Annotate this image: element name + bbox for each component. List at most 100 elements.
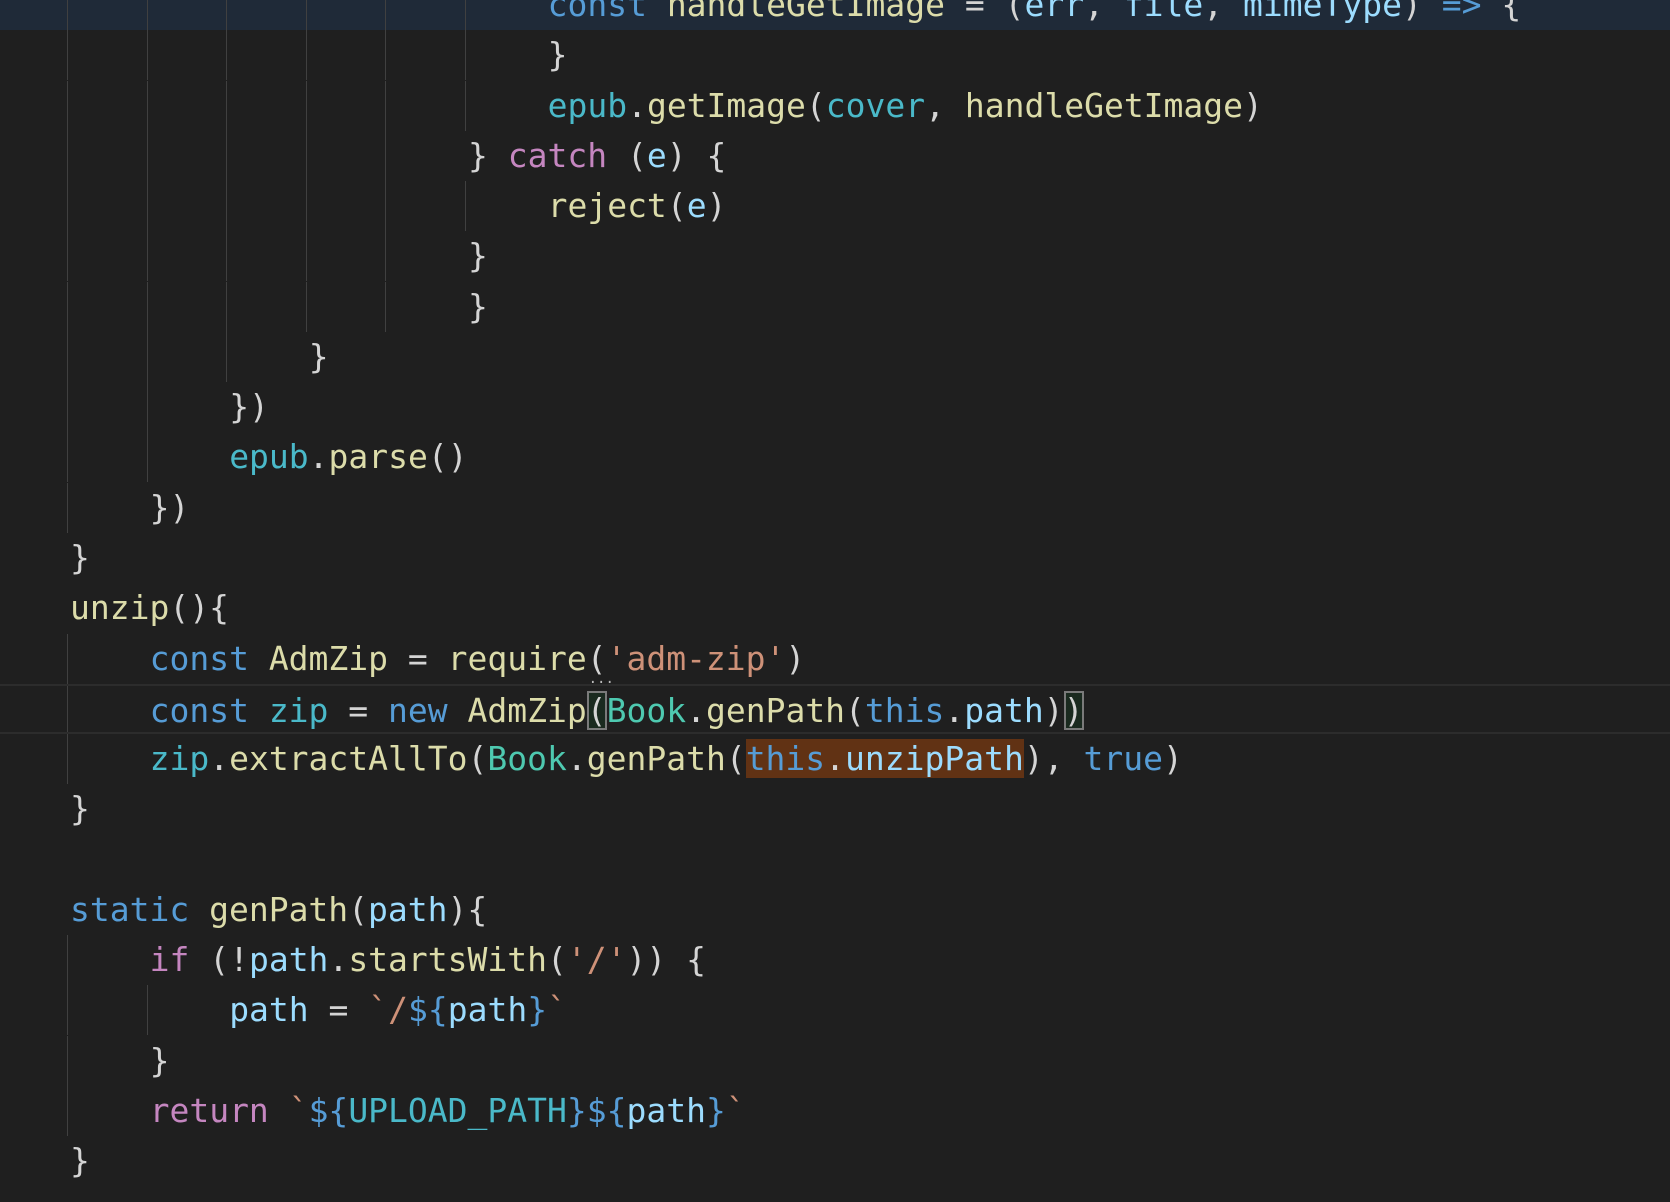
indent-guide [146,181,148,232]
code-token: AdmZip [467,690,587,730]
code-token: ) [1402,0,1442,24]
code-text[interactable]: if (!path.startsWith('/')) { [150,935,706,985]
code-text[interactable]: epub.parse() [229,432,467,482]
code-text[interactable]: reject(e) [548,181,727,231]
code-line[interactable]: const AdmZip = require(...'adm-zip') [0,633,1670,687]
code-line[interactable]: }) [0,382,1670,433]
code-token: if [149,940,190,980]
code-token: } [70,789,90,829]
code-line[interactable]: } [0,231,1670,282]
code-text[interactable]: return `${UPLOAD_PATH}${path}` [150,1086,746,1136]
code-token: = [944,0,1005,24]
code-line[interactable]: } catch (e) { [0,130,1670,181]
code-token: genPath [209,889,349,929]
code-text[interactable]: zip.extractAllTo(Book.genPath(this.unzip… [150,734,1183,784]
code-line[interactable]: } [0,533,1670,583]
code-line[interactable]: } [0,1035,1670,1086]
code-token: zip [149,739,210,779]
code-line[interactable]: if (!path.startsWith('/')) { [0,935,1670,986]
code-line[interactable]: } [0,331,1670,382]
code-token: 'adm-zip' [606,638,786,678]
code-token: epub [229,437,309,477]
indent-guide [67,432,68,483]
indent-guide [67,935,68,986]
code-line[interactable]: } [0,1136,1670,1186]
code-text[interactable]: } [150,1036,170,1086]
code-text[interactable]: epub.getImage(cover, handleGetImage) [548,81,1263,131]
indent-guide [226,331,228,382]
code-line[interactable]: zip.extractAllTo(Book.genPath(this.unzip… [0,734,1670,785]
code-token: , [1203,0,1244,24]
code-token: true [1083,739,1163,779]
indent-guide [305,0,307,30]
code-token: . [686,690,706,730]
code-token: path [447,990,528,1030]
code-line[interactable]: reject(e) [0,181,1670,232]
code-token: path [248,940,329,980]
indent-guide [226,30,228,81]
indent-guide [67,281,68,332]
code-line[interactable]: } [0,281,1670,332]
code-text[interactable]: unzip(){ [70,583,229,633]
code-line[interactable]: } [0,30,1670,81]
highlighted-token: unzipPath [845,739,1024,779]
indent-guide [465,181,466,232]
code-token: getImage [646,85,806,125]
code-token: } [527,990,548,1030]
code-token: ( [666,186,687,226]
code-token: } [70,1141,90,1181]
code-text[interactable]: } [309,332,329,382]
code-token: } [70,537,90,577]
code-token: ( [725,739,746,779]
code-text[interactable]: } catch (e) { [468,131,726,181]
code-editor[interactable]: const handleGetImage = (err, file, mimeT… [0,0,1670,1202]
indent-guide [67,685,68,732]
code-line[interactable] [0,835,1670,885]
code-text[interactable]: } [548,30,568,80]
code-token: return [149,1090,269,1130]
code-line[interactable]: epub.getImage(cover, handleGetImage) [0,80,1670,131]
code-token: )) { [626,940,706,980]
code-token: unzip [70,588,170,628]
code-text[interactable]: }) [229,382,269,432]
matching-bracket: ) [1063,690,1084,730]
code-text[interactable]: const AdmZip = require(...'adm-zip') [150,634,806,687]
code-token: ( [348,889,369,929]
code-line[interactable]: } [0,784,1670,834]
code-text[interactable]: }) [150,483,190,533]
code-token: reject [547,186,667,226]
code-text[interactable]: } [468,282,488,332]
code-line[interactable]: }) [0,482,1670,533]
code-text[interactable]: path = `/${path}` [229,985,567,1035]
code-token: } [468,286,488,326]
indent-guide [385,80,387,131]
code-token: } [547,35,568,75]
code-text[interactable]: } [70,1136,90,1186]
matching-bracket: ( [586,690,607,730]
indent-guide [146,130,148,181]
code-line[interactable]: const zip = new AdmZip(Book.genPath(this… [0,683,1670,736]
indent-guide [67,331,68,382]
code-token: ${ [408,990,448,1030]
code-line[interactable]: unzip(){ [0,583,1670,633]
indent-guide [67,181,68,232]
code-line[interactable]: return `${UPLOAD_PATH}${path}` [0,1085,1670,1136]
code-line[interactable]: const handleGetImage = (err, file, mimeT… [0,0,1670,30]
indent-guide [305,130,307,181]
indent-guide [226,80,228,131]
code-line[interactable]: epub.parse() [0,432,1670,483]
code-text[interactable]: const zip = new AdmZip(Book.genPath(this… [150,686,1084,736]
code-token: ( [547,940,567,980]
indent-guide [146,985,148,1036]
code-text[interactable]: } [70,784,90,834]
code-text[interactable]: } [468,231,488,281]
code-token: . [627,85,647,125]
indent-guide [146,30,148,81]
code-line[interactable]: static genPath(path){ [0,885,1670,935]
code-text[interactable]: } [70,533,90,583]
code-text[interactable]: const handleGetImage = (err, file, mimeT… [548,0,1546,30]
code-line[interactable]: path = `/${path}` [0,985,1670,1036]
indent-guide [385,181,387,232]
code-text[interactable]: static genPath(path){ [70,885,487,935]
